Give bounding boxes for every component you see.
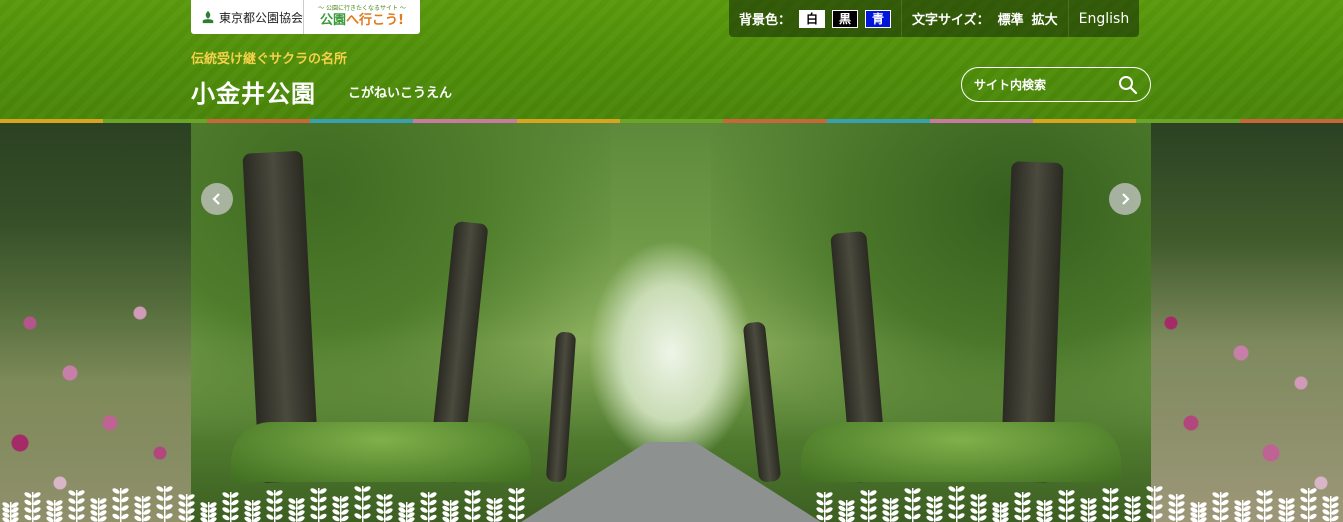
leaf-sprig: [2, 502, 19, 522]
leaf-sprig: [288, 498, 305, 522]
leaf-sprig: [354, 486, 371, 522]
leaf-sprig: [1080, 498, 1097, 522]
chevron-left-icon: [212, 193, 220, 205]
park-association-logo-icon: [202, 10, 214, 24]
leaf-sprig: [464, 490, 481, 522]
font-large-button[interactable]: 拡大: [1032, 9, 1058, 28]
leaf-border-decoration: [2, 486, 1339, 522]
font-size-group: 文字サイズ： 標準 拡大: [902, 0, 1069, 37]
hero-slider: [0, 123, 1343, 522]
bg-blue-button[interactable]: 青: [865, 9, 892, 28]
leaf-sprig: [1058, 490, 1075, 522]
leaf-sprig: [46, 500, 63, 522]
leaf-sprig: [486, 498, 503, 522]
leaf-sprig: [1212, 492, 1229, 522]
font-size-label: 文字サイズ：: [912, 13, 990, 28]
leaf-sprig: [1256, 490, 1273, 522]
leaf-sprig: [112, 488, 129, 522]
search-icon[interactable]: [1118, 75, 1138, 95]
hedge-left: [231, 422, 531, 482]
bg-black-button[interactable]: 黒: [832, 9, 859, 28]
tree-canopy-right: [711, 123, 1151, 453]
leaf-sprig: [68, 490, 85, 522]
leaf-sprig: [992, 502, 1009, 522]
leaf-sprig: [1014, 492, 1031, 522]
slider-next-button[interactable]: [1109, 183, 1141, 215]
site-search: [961, 67, 1151, 102]
search-input[interactable]: [962, 76, 1116, 93]
leaf-sprig: [1190, 502, 1207, 522]
leaf-sprig: [442, 500, 459, 522]
promo-logo-title-a: 公園: [320, 13, 347, 28]
leaf-sprig: [1124, 496, 1141, 522]
hero-image-tree-avenue: [191, 123, 1151, 522]
leaf-sprig: [1168, 494, 1185, 522]
leaf-sprig: [398, 502, 415, 522]
background-color-label: 背景色：: [739, 13, 792, 28]
leaf-sprig: [1102, 488, 1119, 522]
prev-slide-preview: [0, 123, 191, 522]
leaf-sprig: [1036, 500, 1053, 522]
leaf-sprig: [332, 496, 349, 522]
leaf-sprig: [816, 492, 833, 522]
leaf-sprig: [156, 486, 173, 522]
page-title[interactable]: 小金井公園: [191, 74, 316, 109]
leaf-sprig: [904, 488, 921, 522]
bg-white-button[interactable]: 白: [799, 9, 826, 28]
english-link[interactable]: English: [1079, 11, 1130, 27]
leaf-sprig: [24, 492, 41, 522]
org-logo-text: 東京都公園協会: [218, 10, 303, 25]
leaf-sprig: [970, 494, 987, 522]
slider-prev-button[interactable]: [201, 183, 233, 215]
leaf-sprig: [1322, 496, 1339, 522]
leaf-sprig: [860, 490, 877, 522]
leaf-sprig: [838, 500, 855, 522]
accessibility-toolbar: 背景色： 白 黒 青 文字サイズ： 標準 拡大 English: [729, 0, 1140, 37]
leaf-sprig: [948, 486, 965, 522]
promo-logo-title: 公園へ行こう!: [320, 13, 404, 29]
leaf-sprig: [508, 488, 525, 522]
org-logo-link[interactable]: 東京都公園協会: [191, 0, 304, 34]
leaf-sprig: [222, 492, 239, 522]
promo-logo-title-b: へ行こう!: [346, 13, 404, 28]
hedge-right: [801, 422, 1121, 482]
leaf-sprig: [244, 500, 261, 522]
next-slide-preview: [1151, 123, 1343, 522]
leaf-sprig: [1234, 500, 1251, 522]
leaf-sprig: [420, 492, 437, 522]
logo-box: 東京都公園協会 ～ 公園に行きたくなるサイト ～ 公園へ行こう!: [191, 0, 420, 34]
leaf-sprig: [1146, 486, 1163, 522]
leaf-sprig: [926, 496, 943, 522]
title-reading: こがねいこうえん: [348, 86, 453, 101]
promo-logo-subtitle: ～ 公園に行きたくなるサイト ～: [318, 5, 406, 12]
park-tagline: 伝統受け継ぐサクラの名所: [191, 52, 348, 67]
leaf-sprig: [376, 494, 393, 522]
background-color-group: 背景色： 白 黒 青: [729, 0, 903, 37]
leaf-sprig: [1278, 498, 1295, 522]
leaf-sprig: [178, 494, 195, 522]
leaf-sprig: [134, 496, 151, 522]
chevron-right-icon: [1122, 193, 1130, 205]
leaf-sprig: [1300, 488, 1317, 522]
leaf-sprig: [310, 488, 327, 522]
leaf-sprig: [266, 490, 283, 522]
leaf-sprig: [882, 498, 899, 522]
font-normal-button[interactable]: 標準: [998, 9, 1024, 28]
leaf-sprig: [200, 502, 217, 522]
leaf-sprig: [90, 498, 107, 522]
language-group: English: [1069, 0, 1140, 37]
promo-logo-link[interactable]: ～ 公園に行きたくなるサイト ～ 公園へ行こう!: [304, 0, 420, 34]
